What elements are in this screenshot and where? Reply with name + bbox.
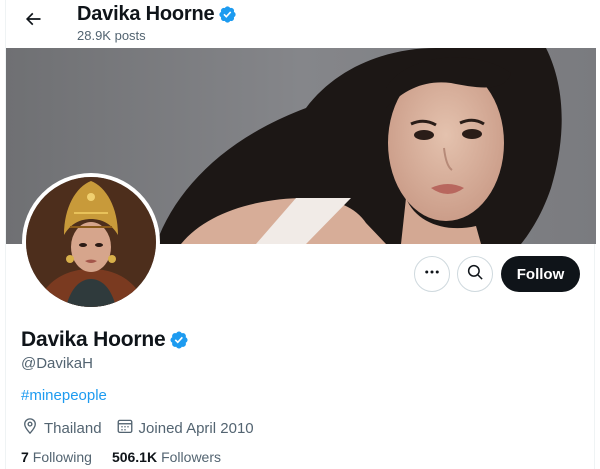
followers-link[interactable]: 506.1K Followers xyxy=(112,449,221,465)
verified-badge-icon[interactable] xyxy=(169,330,189,350)
joined-item: Joined April 2010 xyxy=(116,417,254,439)
location-text: Thailand xyxy=(44,419,102,437)
following-count: 7 xyxy=(21,449,29,465)
calendar-icon xyxy=(116,417,139,439)
header-name: Davika Hoorne xyxy=(77,2,215,25)
display-name: Davika Hoorne xyxy=(21,328,166,351)
post-count: 28.9K posts xyxy=(77,28,146,43)
search-icon xyxy=(466,263,484,286)
location-pin-icon xyxy=(21,417,44,439)
back-button[interactable] xyxy=(16,4,50,38)
profile-page: Davika Hoorne 28.9K posts Follow Davika … xyxy=(5,0,596,469)
location-item: Thailand xyxy=(21,417,102,439)
verified-badge-icon xyxy=(218,5,237,24)
follow-button[interactable]: Follow xyxy=(501,256,580,292)
following-label: Following xyxy=(32,449,92,465)
more-button[interactable] xyxy=(414,256,450,292)
header-title: Davika Hoorne xyxy=(77,2,237,26)
user-handle: @DavikaH xyxy=(21,355,93,372)
follow-stats: 7 Following 506.1K Followers xyxy=(21,449,241,465)
avatar[interactable] xyxy=(22,173,160,311)
profile-meta: Thailand Joined April 2010 xyxy=(21,417,268,439)
profile-name-row: Davika Hoorne xyxy=(21,328,189,352)
avatar-image xyxy=(26,177,156,307)
arrow-left-icon xyxy=(23,9,43,34)
following-link[interactable]: 7 Following xyxy=(21,449,92,465)
profile-header: Davika Hoorne 28.9K posts xyxy=(6,0,596,48)
followers-count: 506.1K xyxy=(111,449,158,465)
followers-label: Followers xyxy=(161,449,221,465)
bio-hashtag-link[interactable]: #minepeople xyxy=(21,387,107,404)
joined-text: Joined April 2010 xyxy=(138,419,254,437)
search-profile-button[interactable] xyxy=(457,256,493,292)
more-horizontal-icon xyxy=(423,263,441,286)
